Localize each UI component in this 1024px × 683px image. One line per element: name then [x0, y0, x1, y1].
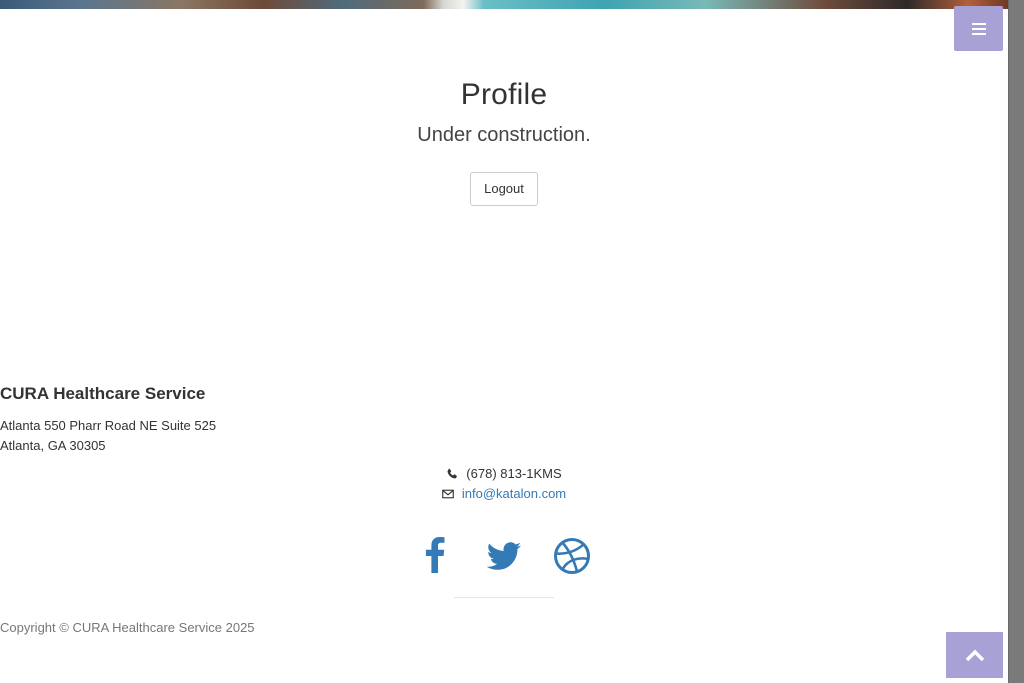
menu-toggle-button[interactable]: [954, 6, 1003, 51]
contact-email: info@katalon.com: [0, 486, 1008, 501]
scrollbar[interactable]: [1008, 0, 1024, 683]
phone-number: (678) 813-1KMS: [466, 466, 562, 481]
scroll-to-top-button[interactable]: [946, 632, 1003, 678]
hero-image-strip: [0, 0, 1008, 9]
contact-phone: (678) 813-1KMS: [0, 466, 1008, 481]
chevron-up-icon: [965, 649, 984, 662]
twitter-icon: [486, 542, 521, 570]
bars-icon: [971, 22, 986, 35]
facebook-link[interactable]: [417, 532, 455, 578]
logout-button[interactable]: Logout: [470, 172, 538, 206]
phone-icon: [447, 468, 458, 478]
address-line-2: Atlanta, GA 30305: [0, 438, 106, 453]
twitter-link[interactable]: [485, 532, 523, 578]
copyright-text: Copyright © CURA Healthcare Service 2025: [0, 620, 255, 635]
email-link[interactable]: info@katalon.com: [462, 486, 566, 501]
page-title: Profile: [460, 78, 548, 111]
envelope-icon: [442, 489, 454, 498]
dribbble-link[interactable]: [553, 532, 591, 578]
dribbble-icon: [554, 538, 590, 574]
footer-address: Atlanta 550 Pharr Road NE Suite 525 Atla…: [0, 416, 1008, 456]
footer-company-name: CURA Healthcare Service: [0, 384, 206, 403]
footer-divider: [454, 597, 554, 598]
logout-container: Logout: [0, 172, 1008, 206]
address-line-1: Atlanta 550 Pharr Road NE Suite 525: [0, 418, 217, 433]
facebook-icon: [425, 537, 445, 573]
page-subtitle: Under construction.: [417, 124, 591, 146]
social-links: [0, 532, 1008, 578]
scrollbar-thumb[interactable]: [1008, 0, 1024, 683]
